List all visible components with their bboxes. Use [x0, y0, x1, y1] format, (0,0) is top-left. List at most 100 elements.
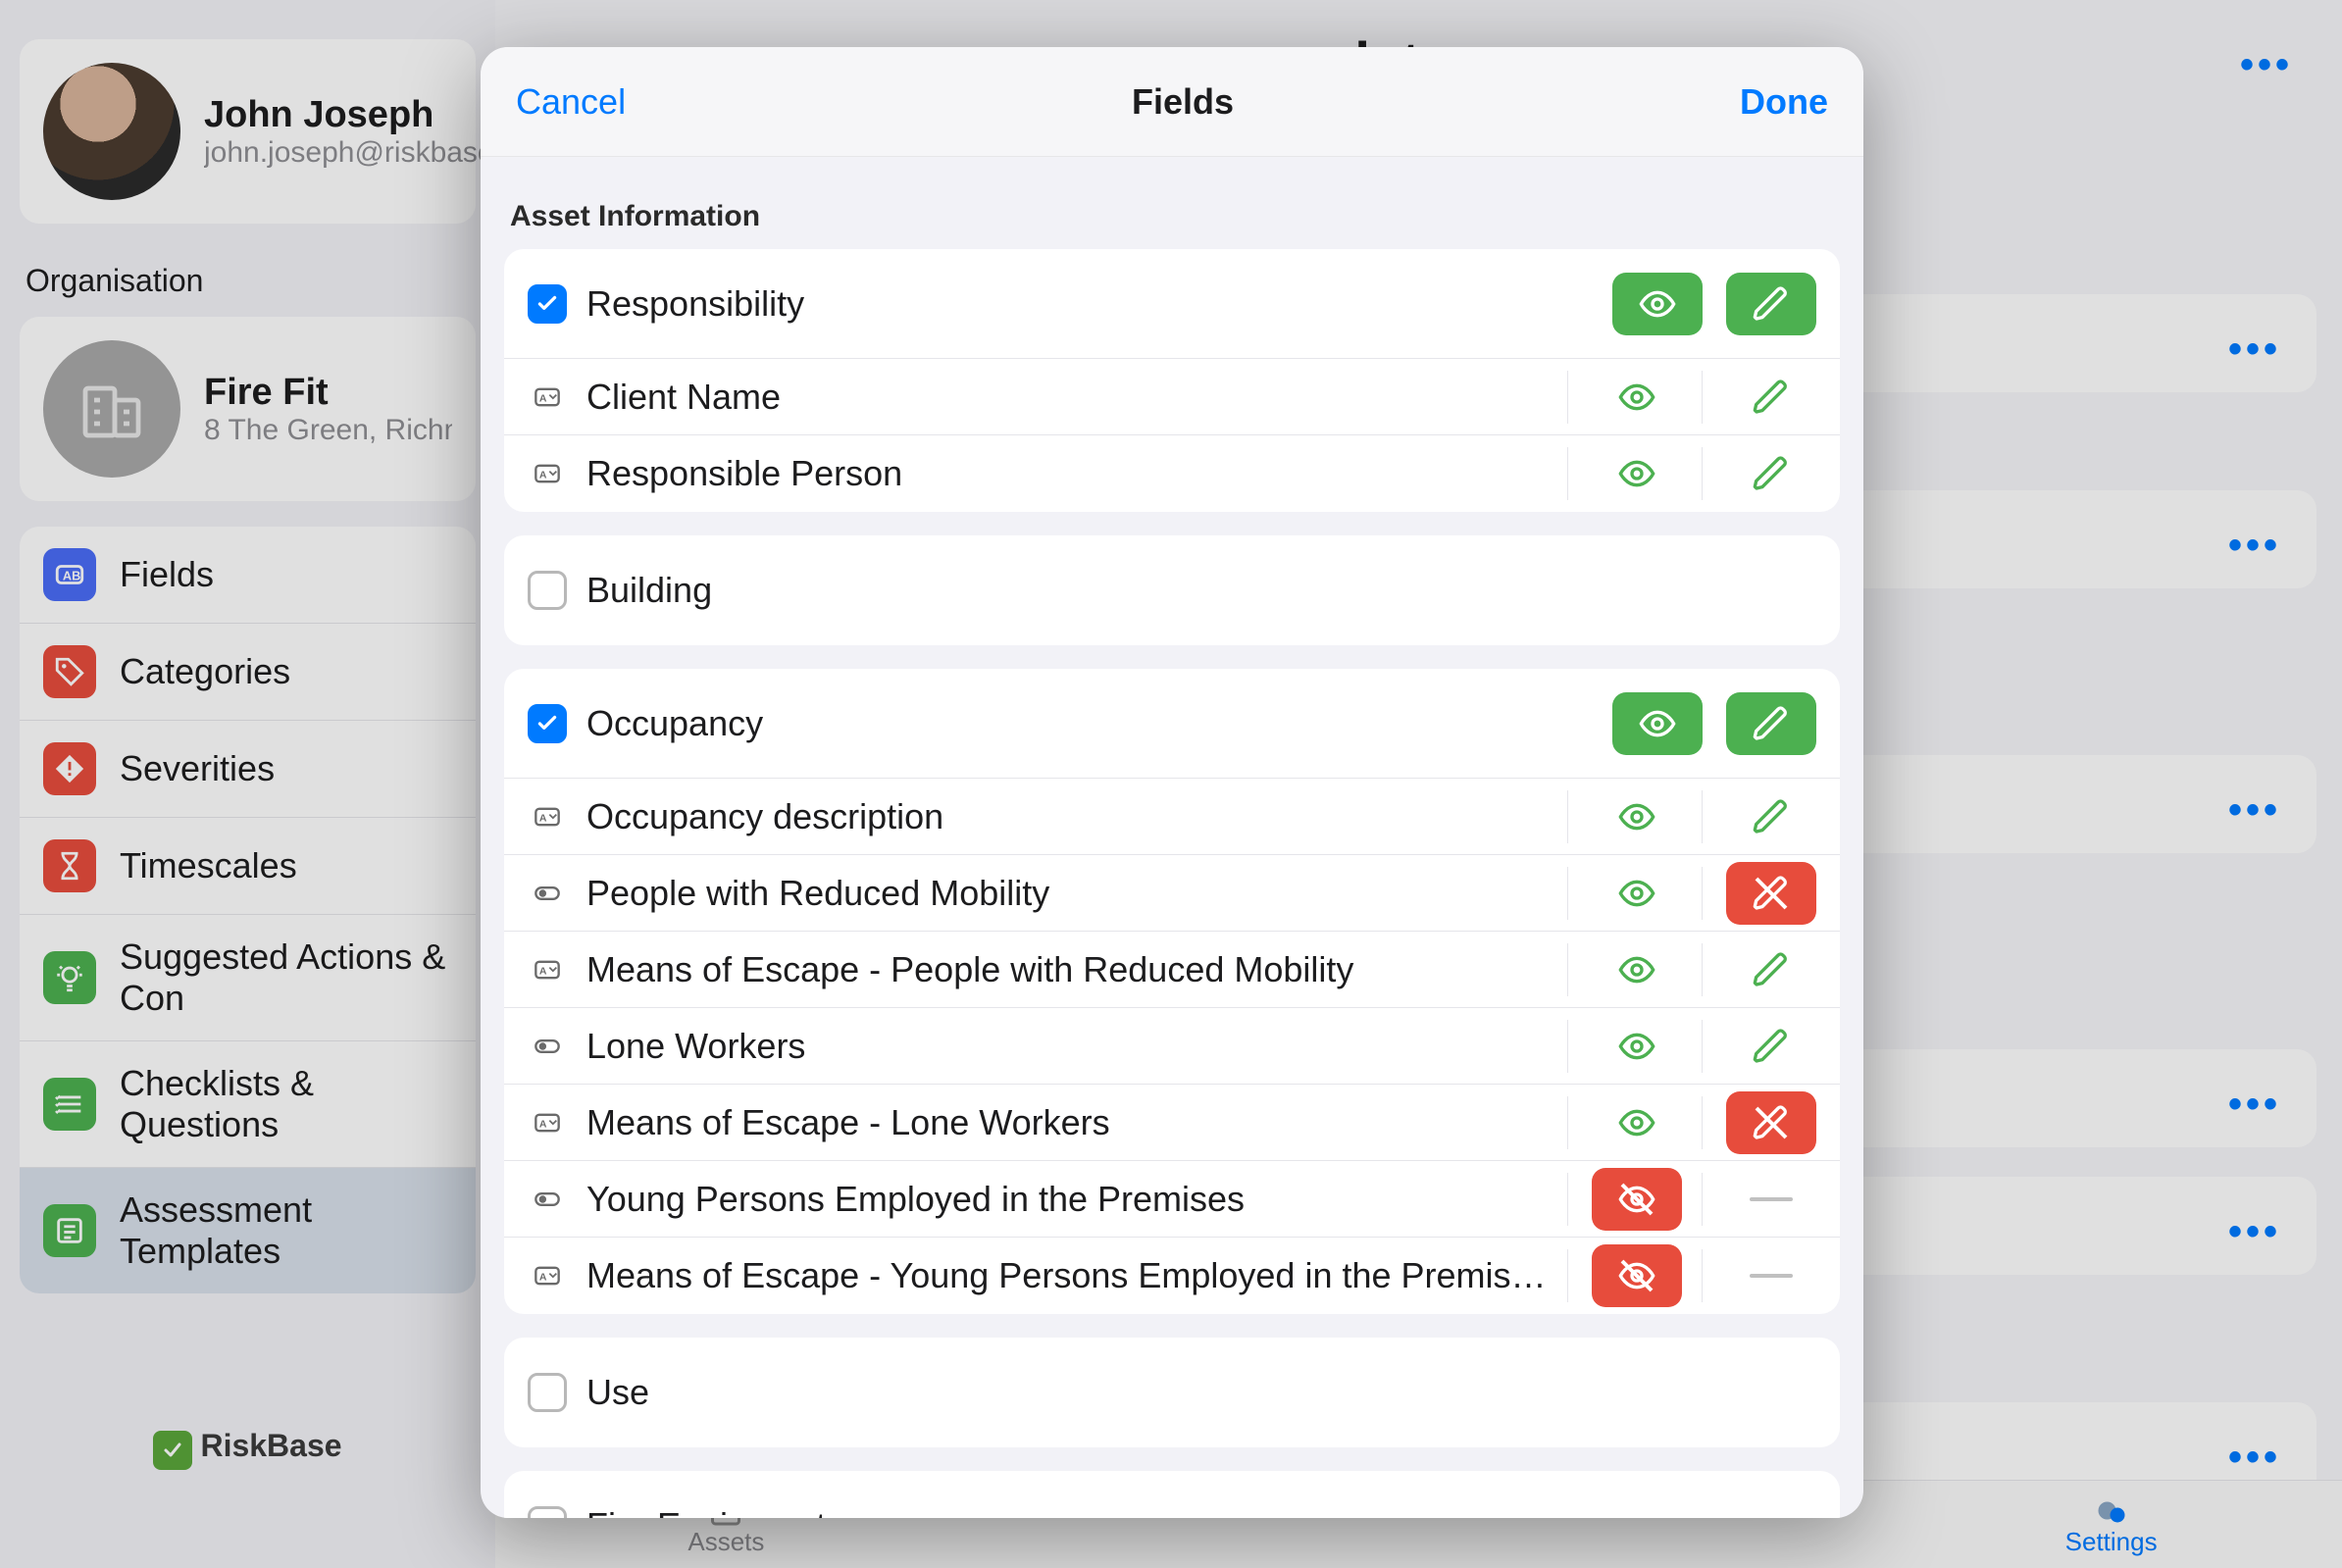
sidebar-item-label: Fields: [120, 554, 214, 595]
field-label: Occupancy description: [586, 796, 1548, 837]
fields-modal: Cancel Fields Done Asset Information Res…: [481, 47, 1863, 1518]
toggle-type-icon: [528, 880, 567, 907]
group-header[interactable]: Responsibility: [504, 249, 1840, 359]
org-name: Fire Fit: [204, 372, 452, 414]
profile-email: john.joseph@riskbase.: [204, 136, 502, 170]
sidebar-item-severities[interactable]: Severities: [20, 721, 476, 818]
view-icon[interactable]: [1609, 868, 1664, 919]
org-section-label: Organisation: [25, 263, 476, 299]
group-label: Responsibility: [586, 283, 1593, 325]
edit-button[interactable]: [1726, 273, 1816, 335]
text-type-icon: [528, 956, 567, 984]
modal-header: Cancel Fields Done: [481, 47, 1863, 157]
checkbox[interactable]: [528, 1506, 567, 1518]
view-button[interactable]: [1612, 692, 1703, 755]
view-disabled-button[interactable]: [1592, 1168, 1682, 1231]
more-icon[interactable]: •••: [2228, 1210, 2281, 1254]
view-icon[interactable]: [1609, 791, 1664, 842]
more-icon[interactable]: •••: [2228, 788, 2281, 833]
hourglass-icon: [43, 839, 96, 892]
group-label: Occupancy: [586, 703, 1593, 744]
sidebar-item-label: Checklists & Questions: [120, 1063, 452, 1145]
edit-disabled-button[interactable]: [1726, 862, 1816, 925]
list-icon: [43, 1204, 96, 1257]
edit-icon[interactable]: [1744, 944, 1799, 995]
more-icon[interactable]: •••: [2228, 524, 2281, 568]
toggle-type-icon: [528, 1033, 567, 1060]
group-label: Building: [586, 570, 1816, 611]
done-button[interactable]: Done: [1740, 81, 1828, 123]
view-icon[interactable]: [1609, 448, 1664, 499]
field-group: Use: [504, 1338, 1840, 1447]
field-group: Building: [504, 535, 1840, 645]
text-type-icon: [528, 1262, 567, 1290]
field-label: People with Reduced Mobility: [586, 873, 1548, 914]
text-type-icon: [528, 460, 567, 487]
cancel-button[interactable]: Cancel: [516, 81, 626, 123]
sidebar-item-label: Assessment Templates: [120, 1189, 452, 1272]
sidebar-item-fields[interactable]: AB Fields: [20, 527, 476, 624]
more-icon[interactable]: •••: [2240, 43, 2293, 87]
field-label: Means of Escape - Young Persons Employed…: [586, 1255, 1548, 1296]
edit-none-icon: [1744, 1174, 1799, 1225]
text-type-icon: [528, 1109, 567, 1137]
profile-card[interactable]: John Joseph john.joseph@riskbase.: [20, 39, 476, 224]
edit-icon[interactable]: [1744, 448, 1799, 499]
sidebar: John Joseph john.joseph@riskbase. Organi…: [0, 0, 495, 1568]
view-disabled-button[interactable]: [1592, 1244, 1682, 1307]
diamond-icon: [43, 742, 96, 795]
view-icon[interactable]: [1609, 1021, 1664, 1072]
group-label: Fire Equipment: [586, 1505, 1816, 1518]
field-label: Means of Escape - Lone Workers: [586, 1102, 1548, 1143]
field-group: Occupancy Occupancy description People wit…: [504, 669, 1840, 1314]
sidebar-item-suggested-actions-con[interactable]: Suggested Actions & Con: [20, 915, 476, 1041]
field-row: Client Name: [504, 359, 1840, 435]
group-header[interactable]: Occupancy: [504, 669, 1840, 779]
edit-none-icon: [1744, 1250, 1799, 1301]
field-group: Fire Equipment: [504, 1471, 1840, 1518]
text-type-icon: [528, 803, 567, 831]
field-label: Client Name: [586, 377, 1548, 418]
brand: RiskBase: [0, 1428, 495, 1470]
profile-name: John Joseph: [204, 94, 502, 136]
view-icon[interactable]: [1609, 372, 1664, 423]
building-icon: [43, 340, 180, 478]
sidebar-item-categories[interactable]: Categories: [20, 624, 476, 721]
more-icon[interactable]: •••: [2228, 1436, 2281, 1480]
sidebar-nav: AB Fields Categories Severities Timescales Su…: [20, 527, 476, 1293]
sidebar-item-assessment-templates[interactable]: Assessment Templates: [20, 1168, 476, 1293]
field-row: Means of Escape - People with Reduced Mo…: [504, 932, 1840, 1008]
fields-icon: AB: [43, 548, 96, 601]
field-label: Young Persons Employed in the Premises: [586, 1179, 1548, 1220]
avatar: [43, 63, 180, 200]
field-row: Lone Workers: [504, 1008, 1840, 1085]
more-icon[interactable]: •••: [2228, 1083, 2281, 1127]
org-address: 8 The Green, Richmon: [204, 414, 452, 447]
svg-text:AB: AB: [63, 569, 80, 583]
sidebar-item-checklists-questions[interactable]: Checklists & Questions: [20, 1041, 476, 1168]
edit-icon[interactable]: [1744, 791, 1799, 842]
sidebar-item-label: Categories: [120, 651, 290, 692]
group-header[interactable]: Fire Equipment: [504, 1471, 1840, 1518]
field-row: Occupancy description: [504, 779, 1840, 855]
edit-disabled-button[interactable]: [1726, 1091, 1816, 1154]
sidebar-item-timescales[interactable]: Timescales: [20, 818, 476, 915]
group-header[interactable]: Use: [504, 1338, 1840, 1447]
org-card[interactable]: Fire Fit 8 The Green, Richmon: [20, 317, 476, 501]
view-button[interactable]: [1612, 273, 1703, 335]
more-icon[interactable]: •••: [2228, 328, 2281, 372]
checkbox[interactable]: [528, 571, 567, 610]
bulb-icon: [43, 951, 96, 1004]
edit-button[interactable]: [1726, 692, 1816, 755]
checkbox[interactable]: [528, 704, 567, 743]
edit-icon[interactable]: [1744, 1021, 1799, 1072]
group-header[interactable]: Building: [504, 535, 1840, 645]
tab-settings[interactable]: Settings: [1880, 1492, 2342, 1557]
checkbox[interactable]: [528, 1373, 567, 1412]
view-icon[interactable]: [1609, 944, 1664, 995]
field-row: Young Persons Employed in the Premises: [504, 1161, 1840, 1238]
edit-icon[interactable]: [1744, 372, 1799, 423]
view-icon[interactable]: [1609, 1097, 1664, 1148]
checkbox[interactable]: [528, 284, 567, 324]
sidebar-item-label: Timescales: [120, 845, 297, 886]
